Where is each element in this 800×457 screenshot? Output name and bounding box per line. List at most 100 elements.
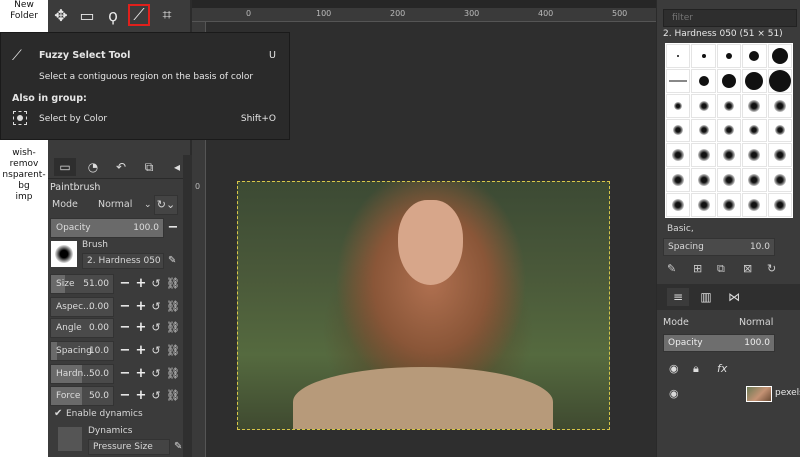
brush-tile[interactable] bbox=[691, 118, 716, 143]
minus-icon[interactable]: − bbox=[118, 320, 132, 336]
reset-icon[interactable]: ↺ bbox=[150, 343, 162, 359]
reset-icon[interactable]: ↺ bbox=[150, 366, 162, 382]
lasso-tool-icon[interactable]: ϙ bbox=[102, 4, 124, 26]
brush-tile[interactable] bbox=[716, 168, 742, 193]
force-slider[interactable]: Force 50.0 bbox=[50, 386, 114, 406]
brush-tile[interactable] bbox=[742, 168, 767, 193]
image-tabs-strip[interactable] bbox=[192, 0, 656, 8]
brush-tile[interactable] bbox=[716, 118, 742, 143]
chevron-down-icon[interactable]: ⌄ bbox=[144, 195, 152, 215]
rect-select-tool-icon[interactable]: ▭ bbox=[76, 4, 98, 26]
crop-tool-icon[interactable]: ⌗ bbox=[156, 4, 178, 26]
angle-slider[interactable]: Angle 0.00 bbox=[50, 318, 114, 338]
minus-icon[interactable]: − bbox=[118, 276, 132, 292]
fx-icon[interactable]: fx bbox=[717, 362, 727, 375]
move-tool-icon[interactable]: ✥ bbox=[50, 4, 72, 26]
layer-mode-select[interactable]: Normal bbox=[739, 317, 773, 328]
brush-tile[interactable] bbox=[767, 193, 792, 217]
plus-icon[interactable]: + bbox=[134, 320, 148, 336]
link-chain-icon[interactable]: ⛓ bbox=[166, 343, 180, 359]
dynamics-preview[interactable] bbox=[58, 427, 82, 451]
brush-tile[interactable] bbox=[666, 143, 691, 168]
reset-icon[interactable]: ↺ bbox=[150, 299, 162, 315]
brush-spacing-slider[interactable]: Spacing 10.0 bbox=[663, 238, 775, 256]
reset-mode-icon[interactable]: ↻⌄ bbox=[154, 195, 178, 215]
brush-tile[interactable] bbox=[666, 93, 691, 118]
plus-icon[interactable]: + bbox=[134, 276, 148, 292]
brush-preview[interactable] bbox=[51, 241, 77, 267]
brush-tile[interactable] bbox=[691, 93, 716, 118]
brush-tile[interactable] bbox=[742, 193, 767, 217]
plus-icon[interactable]: + bbox=[134, 343, 148, 359]
dock-separator[interactable] bbox=[183, 155, 192, 457]
lock-icon[interactable]: 🔒︎ bbox=[693, 362, 699, 376]
reset-icon[interactable]: ↺ bbox=[150, 320, 162, 336]
fuzzy-select-tool-icon[interactable]: ⟋ bbox=[128, 4, 150, 26]
brush-tile[interactable] bbox=[767, 93, 792, 118]
brush-tile[interactable] bbox=[716, 68, 742, 93]
enable-dynamics-checkbox[interactable]: ✔ bbox=[54, 409, 64, 419]
brush-preset-select[interactable]: Basic, bbox=[663, 221, 797, 237]
brush-tile[interactable] bbox=[742, 93, 767, 118]
layer-visibility-icon[interactable]: ◉ bbox=[669, 387, 679, 400]
aspect-slider[interactable]: Aspec... 0.00 bbox=[50, 297, 114, 317]
edit-brush-icon[interactable]: ✎ bbox=[667, 262, 676, 275]
brush-tile[interactable] bbox=[666, 193, 691, 217]
link-chain-icon[interactable]: ⛓ bbox=[166, 299, 180, 315]
minus-icon[interactable]: − bbox=[118, 388, 132, 404]
brush-tile[interactable] bbox=[666, 118, 691, 143]
brush-tile[interactable] bbox=[666, 68, 691, 93]
mode-select[interactable]: Normal bbox=[98, 195, 148, 215]
delete-brush-icon[interactable]: ⊠ bbox=[743, 262, 752, 275]
plus-icon[interactable]: + bbox=[134, 299, 148, 315]
layer-row[interactable]: ◉ pexels- bbox=[657, 384, 800, 404]
brush-tile[interactable] bbox=[767, 118, 792, 143]
brush-tile[interactable] bbox=[666, 168, 691, 193]
canvas-image[interactable] bbox=[237, 181, 610, 430]
brush-name-field[interactable]: 2. Hardness 050 bbox=[82, 253, 164, 269]
link-chain-icon[interactable]: ⛓ bbox=[166, 388, 180, 404]
images-tab-icon[interactable]: ⧉ bbox=[138, 158, 160, 176]
dynamics-name-field[interactable]: Pressure Size bbox=[88, 439, 170, 455]
new-brush-icon[interactable]: ⊞ bbox=[693, 262, 702, 275]
duplicate-brush-icon[interactable]: ⧉ bbox=[717, 262, 725, 276]
brush-tile[interactable] bbox=[767, 168, 792, 193]
refresh-brushes-icon[interactable]: ↻ bbox=[767, 262, 776, 275]
brush-tile[interactable] bbox=[742, 68, 767, 93]
link-chain-icon[interactable]: ⛓ bbox=[166, 276, 180, 292]
link-chain-icon[interactable]: ⛓ bbox=[166, 366, 180, 382]
hardness-slider[interactable]: Hardn... 50.0 bbox=[50, 364, 114, 384]
minus-icon[interactable]: − bbox=[118, 343, 132, 359]
edit-dynamics-icon[interactable]: ✎ bbox=[174, 441, 182, 452]
minus-icon[interactable]: − bbox=[118, 366, 132, 382]
tool-options-tab-icon[interactable]: ▭ bbox=[54, 158, 76, 176]
brush-tile[interactable] bbox=[691, 68, 716, 93]
spacing-slider[interactable]: Spacing 10.0 bbox=[50, 341, 114, 361]
plus-icon[interactable]: + bbox=[134, 388, 148, 404]
opacity-slider[interactable]: Opacity 100.0 bbox=[50, 218, 164, 238]
brush-tile[interactable] bbox=[742, 143, 767, 168]
reset-icon[interactable]: ↺ bbox=[150, 276, 162, 292]
brush-tile[interactable] bbox=[716, 193, 742, 217]
layer-opacity-slider[interactable]: Opacity 100.0 bbox=[663, 334, 775, 352]
brush-tile[interactable] bbox=[716, 44, 742, 68]
size-slider[interactable]: Size 51.00 bbox=[50, 274, 114, 294]
brush-tile[interactable] bbox=[716, 93, 742, 118]
channels-tab-icon[interactable]: ▥ bbox=[695, 288, 717, 306]
brush-tile[interactable] bbox=[742, 44, 767, 68]
brush-tile[interactable] bbox=[666, 44, 691, 68]
plus-icon[interactable]: + bbox=[134, 366, 148, 382]
brushes-grid[interactable] bbox=[665, 43, 793, 218]
link-chain-icon[interactable]: ⛓ bbox=[166, 320, 180, 336]
brush-tile[interactable] bbox=[691, 168, 716, 193]
brush-tile[interactable] bbox=[767, 44, 792, 68]
edit-brush-icon[interactable]: ✎ bbox=[168, 255, 176, 266]
brush-tile[interactable] bbox=[691, 143, 716, 168]
brush-tile[interactable] bbox=[742, 118, 767, 143]
brush-filter-input[interactable] bbox=[663, 9, 797, 27]
brush-tile[interactable] bbox=[767, 68, 792, 93]
reset-icon[interactable]: ↺ bbox=[150, 388, 162, 404]
undo-history-tab-icon[interactable]: ↶ bbox=[110, 158, 132, 176]
desktop-folder[interactable]: New Folder bbox=[0, 0, 48, 22]
layers-tab-icon[interactable]: ≡ bbox=[667, 288, 689, 306]
